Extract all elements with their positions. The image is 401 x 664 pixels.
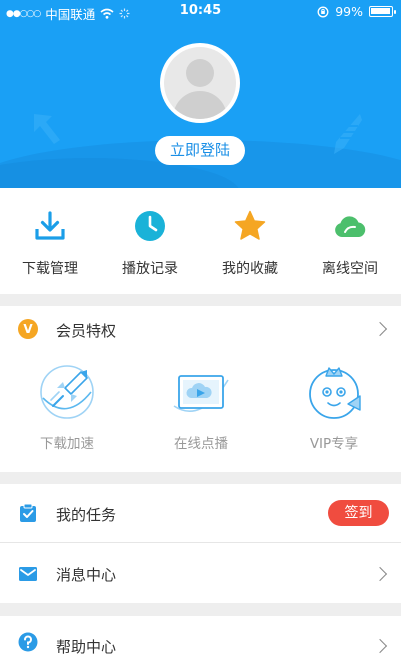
battery-percent: 99%	[335, 4, 363, 19]
avatar-body-shape	[173, 91, 227, 119]
quick-action-label: 播放记录	[122, 261, 178, 277]
check-in-button[interactable]: 签到	[328, 500, 389, 526]
quick-action-label: 离线空间	[322, 261, 378, 277]
list-item-label: 我的任务	[56, 506, 117, 524]
vip-title: 会员特权	[56, 322, 117, 340]
vip-badge-icon: V	[18, 319, 38, 339]
status-bar: ●●○○○ 中国联通 10:45 99%	[0, 0, 401, 22]
vip-section: V 会员特权 下载加速 在线点播 VIP专享	[0, 306, 401, 472]
quick-actions: 下载管理 播放记录 我的收藏 离线空间	[0, 188, 401, 294]
vip-item-label: VIP专享	[309, 436, 359, 452]
cloud-icon	[335, 216, 366, 237]
chevron-right-icon	[372, 321, 388, 337]
video-screen-icon	[173, 375, 229, 412]
quick-action-offline[interactable]: 离线空间	[300, 188, 400, 294]
vip-item-download-boost[interactable]: 下载加速	[0, 362, 134, 462]
quick-action-download[interactable]: 下载管理	[0, 188, 100, 294]
vip-item-label: 在线点播	[174, 436, 228, 452]
avatar-placeholder	[164, 47, 236, 119]
battery-icon	[369, 6, 396, 17]
list-item-messages[interactable]: 消息中心	[0, 543, 401, 603]
envelope-icon	[19, 567, 37, 581]
orientation-lock-icon	[317, 6, 329, 17]
profile-header: ●●○○○ 中国联通 10:45 99% 立即登陆	[0, 0, 401, 188]
download-icon	[35, 211, 65, 240]
login-button[interactable]: 立即登陆	[155, 136, 245, 165]
battery-fill	[371, 8, 390, 14]
quick-action-label: 我的收藏	[222, 261, 278, 277]
avatar-head-shape	[186, 59, 214, 87]
chevron-right-icon	[372, 638, 388, 654]
quick-action-history[interactable]: 播放记录	[100, 188, 200, 294]
feather-decoration-icon	[334, 114, 362, 154]
list-item-help[interactable]: 帮助中心	[0, 616, 401, 664]
quick-action-favorites[interactable]: 我的收藏	[200, 188, 300, 294]
quick-action-label: 下载管理	[22, 261, 78, 277]
list-item-tasks[interactable]: 我的任务 签到	[0, 484, 401, 542]
star-icon	[234, 210, 266, 240]
question-icon	[18, 632, 38, 652]
arrow-decoration-icon	[34, 114, 60, 144]
vip-header[interactable]: V 会员特权	[0, 306, 401, 354]
vip-item-exclusive[interactable]: VIP专享	[267, 362, 401, 462]
list-item-label: 帮助中心	[56, 638, 117, 656]
rocket-icon	[40, 365, 94, 419]
list-item-label: 消息中心	[56, 566, 117, 584]
vip-item-online-play[interactable]: 在线点播	[134, 362, 268, 462]
vip-item-label: 下载加速	[40, 436, 94, 452]
clipboard-check-icon	[20, 503, 36, 522]
clock-icon	[135, 211, 165, 241]
avatar[interactable]	[160, 43, 240, 123]
chevron-right-icon	[372, 566, 388, 582]
mascot-icon	[309, 367, 361, 419]
